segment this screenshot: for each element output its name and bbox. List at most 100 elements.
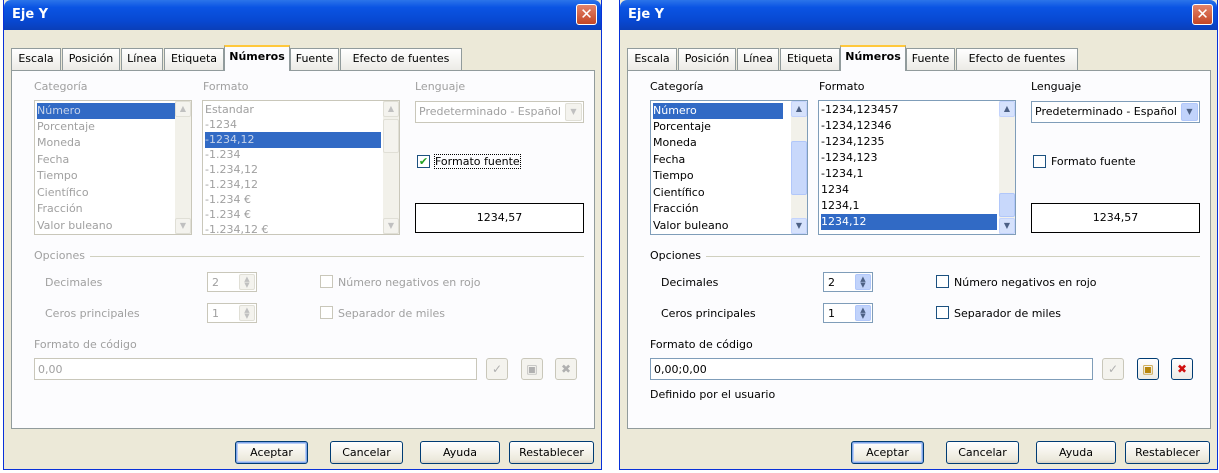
tab-efecto-de-fuentes[interactable]: Efecto de fuentes <box>956 48 1078 70</box>
list-item[interactable]: Porcentaje <box>653 119 711 135</box>
ceros-spinner[interactable]: 1 ▲ ▼ <box>207 303 257 323</box>
scroll-up-icon[interactable]: ▲ <box>383 101 399 117</box>
scroll-down-icon[interactable]: ▼ <box>175 218 191 234</box>
close-button[interactable]: ✕ <box>576 4 597 25</box>
list-item[interactable]: -1.234,12 <box>205 177 258 193</box>
lenguaje-select[interactable]: Predeterminado - Español ▼ <box>415 101 584 123</box>
add-comment-button[interactable]: ▣ <box>521 358 543 380</box>
tab-posicion[interactable]: Posición <box>62 48 120 70</box>
decimales-spinner[interactable]: 2 ▲ ▼ <box>823 272 873 292</box>
tab-linea[interactable]: Línea <box>737 48 779 70</box>
tab-numeros[interactable]: Números <box>224 45 290 71</box>
scroll-down-icon[interactable]: ▼ <box>791 218 807 234</box>
decimales-spinner[interactable]: 2 ▲ ▼ <box>207 272 257 292</box>
list-item[interactable]: -1.234 € <box>205 207 251 223</box>
list-item[interactable]: Número <box>37 103 175 119</box>
list-item[interactable]: Fracción <box>37 201 83 217</box>
list-item[interactable]: -1234 <box>205 117 237 133</box>
list-item[interactable]: Porcentaje <box>37 119 95 135</box>
formato-list[interactable]: Estandar -1234 -1234,12 -1.234 -1.234,12… <box>202 100 400 235</box>
list-item[interactable]: Tiempo <box>653 168 694 184</box>
tab-linea[interactable]: Línea <box>121 48 163 70</box>
list-item[interactable]: 1234 <box>821 182 849 198</box>
spin-arrows-icon[interactable]: ▲ ▼ <box>855 274 871 290</box>
categoria-list[interactable]: Número Porcentaje Moneda Fecha Tiempo Ci… <box>650 100 808 235</box>
formato-fuente-checkbox[interactable]: ✔ <box>417 155 430 168</box>
accept-code-button[interactable]: ✓ <box>486 358 508 380</box>
list-item[interactable]: 1234,1 <box>821 198 860 214</box>
list-item[interactable]: -1234,1 <box>821 166 863 182</box>
negativos-checkbox[interactable] <box>320 275 333 288</box>
formato-list[interactable]: -1234,123457 -1234,12346 -1234,1235 -123… <box>818 100 1016 235</box>
ayuda-button[interactable]: Ayuda <box>1036 441 1116 464</box>
scroll-thumb[interactable] <box>791 141 807 195</box>
list-item[interactable]: -1234,12346 <box>821 118 891 134</box>
scrollbar[interactable]: ▲ ▼ <box>175 101 191 234</box>
list-item[interactable]: Fecha <box>37 152 69 168</box>
cancelar-button[interactable]: Cancelar <box>946 441 1019 464</box>
tab-etiqueta[interactable]: Etiqueta <box>164 48 224 70</box>
aceptar-button[interactable]: Aceptar <box>235 441 308 464</box>
spin-arrows-icon[interactable]: ▲ ▼ <box>239 274 255 290</box>
add-comment-button[interactable]: ▣ <box>1137 358 1159 380</box>
scroll-up-icon[interactable]: ▲ <box>175 101 191 117</box>
tab-escala[interactable]: Escala <box>11 48 61 70</box>
separador-label[interactable]: Separador de miles <box>338 307 445 320</box>
list-item[interactable]: Moneda <box>653 135 697 151</box>
lenguaje-select[interactable]: Predeterminado - Español ▼ <box>1031 101 1200 123</box>
list-item[interactable]: 1234,12 <box>821 214 997 230</box>
scrollbar[interactable]: ▲ ▼ <box>791 101 807 234</box>
list-item[interactable]: -1.234 <box>205 147 240 163</box>
list-item[interactable]: -1234,123457 <box>821 102 898 118</box>
list-item[interactable]: -1.234 € <box>205 192 251 208</box>
close-button[interactable]: ✕ <box>1192 4 1213 25</box>
list-item[interactable]: -1234,123 <box>821 150 877 166</box>
categoria-list[interactable]: Número Porcentaje Moneda Fecha Tiempo Ci… <box>34 100 192 235</box>
aceptar-button[interactable]: Aceptar <box>851 441 924 464</box>
ayuda-button[interactable]: Ayuda <box>420 441 500 464</box>
tab-fuente[interactable]: Fuente <box>290 48 339 70</box>
tab-posicion[interactable]: Posición <box>678 48 736 70</box>
separador-label[interactable]: Separador de miles <box>954 307 1061 320</box>
scroll-up-icon[interactable]: ▲ <box>791 101 807 117</box>
chevron-down-icon[interactable]: ▼ <box>565 103 582 121</box>
scrollbar[interactable]: ▲ ▼ <box>999 101 1015 234</box>
list-item[interactable]: Científico <box>653 185 705 201</box>
scroll-up-icon[interactable]: ▲ <box>999 101 1015 117</box>
list-item[interactable]: Científico <box>37 185 89 201</box>
accept-code-button[interactable]: ✓ <box>1102 358 1124 380</box>
restablecer-button[interactable]: Restablecer <box>509 441 594 464</box>
tab-etiqueta[interactable]: Etiqueta <box>780 48 840 70</box>
formato-fuente-label[interactable]: Formato fuente <box>1051 155 1136 168</box>
scroll-thumb[interactable] <box>999 193 1015 217</box>
list-item[interactable]: Estandar <box>205 102 254 118</box>
tab-fuente[interactable]: Fuente <box>906 48 955 70</box>
formato-fuente-label[interactable]: Formato fuente <box>434 154 521 169</box>
list-item[interactable]: Valor buleano <box>653 218 728 234</box>
tab-numeros[interactable]: Números <box>840 45 906 71</box>
list-item[interactable]: Fracción <box>653 201 699 217</box>
scrollbar[interactable]: ▲ ▼ <box>383 101 399 234</box>
cancelar-button[interactable]: Cancelar <box>330 441 403 464</box>
list-item[interactable]: Número <box>653 103 783 119</box>
negativos-checkbox[interactable] <box>936 275 949 288</box>
scroll-thumb[interactable] <box>383 119 399 153</box>
formato-codigo-input[interactable]: 0,00 <box>34 358 477 380</box>
negativos-label[interactable]: Número negativos en rojo <box>954 276 1097 289</box>
list-item[interactable]: -1.234,12 € <box>205 222 268 234</box>
separador-checkbox[interactable] <box>936 306 949 319</box>
delete-code-button[interactable]: ✖ <box>1171 358 1193 380</box>
spin-arrows-icon[interactable]: ▲ ▼ <box>239 305 255 321</box>
scroll-down-icon[interactable]: ▼ <box>383 218 399 234</box>
separador-checkbox[interactable] <box>320 306 333 319</box>
list-item[interactable]: -1234,1235 <box>821 134 884 150</box>
list-item[interactable]: Moneda <box>37 135 81 151</box>
list-item[interactable]: Tiempo <box>37 168 78 184</box>
list-item[interactable]: -1234,12 <box>205 132 381 148</box>
negativos-label[interactable]: Número negativos en rojo <box>338 276 481 289</box>
formato-codigo-input[interactable]: 0,00;0,00 <box>650 358 1093 380</box>
restablecer-button[interactable]: Restablecer <box>1125 441 1210 464</box>
tab-escala[interactable]: Escala <box>627 48 677 70</box>
delete-code-button[interactable]: ✖ <box>555 358 577 380</box>
formato-fuente-checkbox[interactable] <box>1033 155 1046 168</box>
